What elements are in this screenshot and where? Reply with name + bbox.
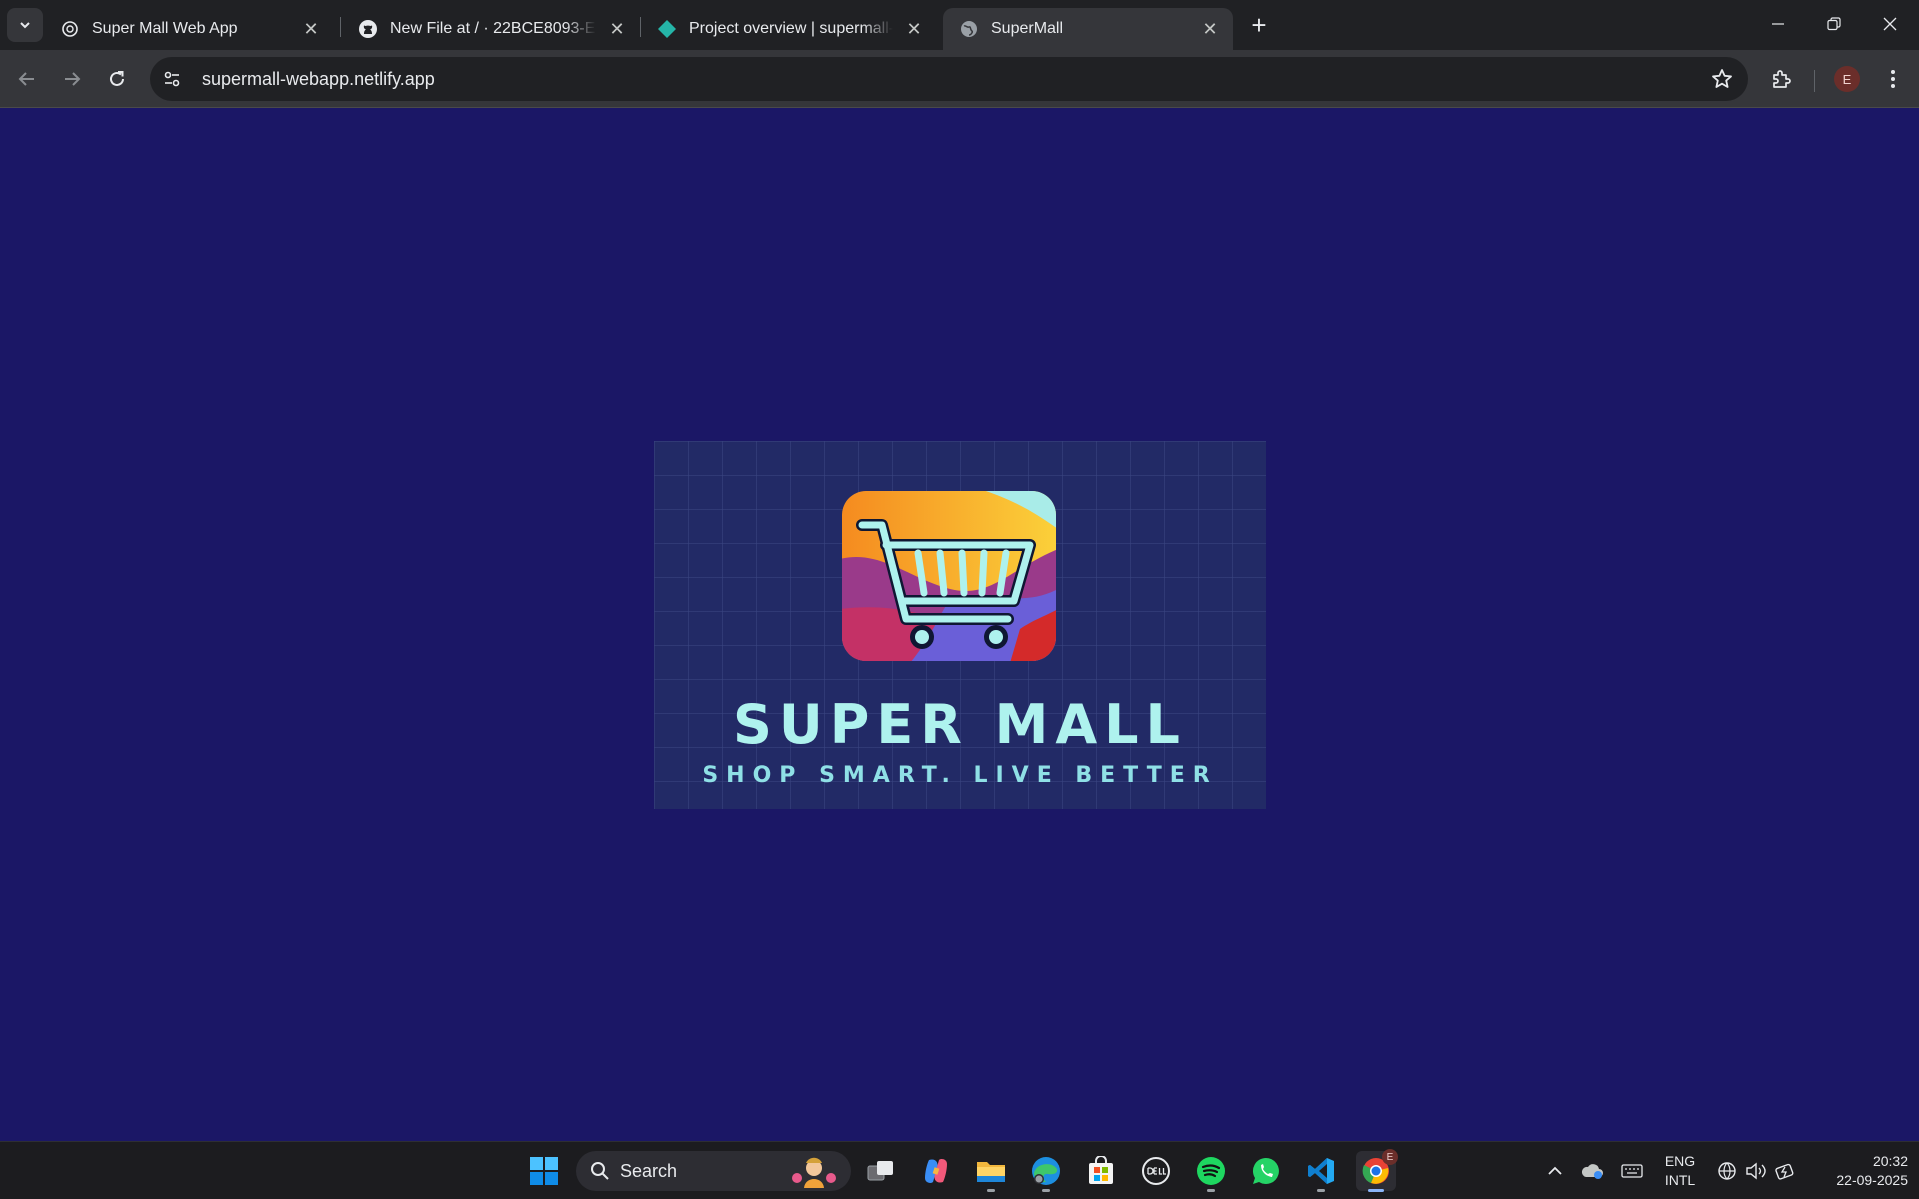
reload-icon	[110, 71, 124, 86]
close-icon[interactable]: ✕	[1199, 18, 1221, 40]
dell-button[interactable]	[1136, 1151, 1176, 1191]
start-button[interactable]	[524, 1151, 564, 1191]
battery-charging-icon	[1775, 1163, 1794, 1180]
tab-super-mall-web-app[interactable]: Super Mall Web App ✕	[44, 8, 334, 50]
forward-button[interactable]	[55, 62, 89, 96]
dell-logo-icon	[1142, 1157, 1170, 1185]
supermall-logo: SUPER MALL SHOP SMART. LIVE BETTER	[654, 441, 1266, 809]
tab-search-button[interactable]	[7, 8, 43, 42]
windows-taskbar: Search E ENG INTL 20:32 22-09-2025	[0, 1141, 1919, 1199]
close-icon[interactable]: ✕	[300, 18, 322, 40]
globe-network-icon	[1718, 1162, 1736, 1180]
close-icon[interactable]: ✕	[903, 18, 925, 40]
copilot-icon	[925, 1159, 947, 1183]
shopping-cart-logo-icon	[842, 491, 1056, 661]
file-explorer-button[interactable]	[971, 1151, 1011, 1192]
touch-keyboard-button[interactable]	[1617, 1142, 1647, 1199]
clock-time: 20:32	[1872, 1153, 1908, 1169]
chrome-button[interactable]: E	[1356, 1149, 1398, 1192]
taskbar-search[interactable]: Search	[576, 1151, 851, 1191]
tab-github-new-file[interactable]: New File at / · 22BCE8093-Eswar ✕	[342, 8, 640, 50]
reload-button[interactable]	[100, 62, 134, 96]
browser-menu-button[interactable]	[1876, 62, 1910, 96]
whatsapp-icon	[1252, 1157, 1279, 1184]
brand-name: SUPER MALL	[733, 693, 1187, 756]
vscode-button[interactable]	[1301, 1151, 1341, 1192]
profile-button[interactable]: E	[1830, 62, 1864, 96]
site-info-button[interactable]	[154, 61, 190, 97]
task-view-button[interactable]	[861, 1151, 901, 1191]
cloud-icon	[1581, 1164, 1603, 1179]
close-window-button[interactable]	[1862, 0, 1918, 48]
tab-strip: Super Mall Web App ✕ New File at / · 22B…	[0, 0, 1919, 50]
new-tab-button[interactable]: +	[1243, 8, 1275, 42]
lang-line2: INTL	[1664, 1172, 1696, 1188]
globe-icon	[959, 19, 979, 39]
windows-logo-icon	[530, 1157, 558, 1185]
edge-icon	[1032, 1157, 1060, 1185]
close-icon	[1883, 17, 1897, 31]
netlify-icon	[657, 19, 677, 39]
minimize-button[interactable]	[1750, 0, 1806, 48]
tab-netlify-project-overview[interactable]: Project overview | supermall-webapp ✕	[641, 8, 937, 50]
clock-date: 22-09-2025	[1836, 1172, 1908, 1188]
volume-tray-button[interactable]	[1742, 1142, 1770, 1199]
address-bar[interactable]: supermall-webapp.netlify.app	[150, 57, 1748, 101]
restore-button[interactable]	[1806, 0, 1862, 48]
store-icon	[1089, 1156, 1113, 1184]
chevron-down-icon	[20, 22, 30, 29]
search-highlight-icon	[792, 1157, 836, 1188]
battery-tray-button[interactable]	[1772, 1142, 1800, 1199]
tune-icon	[164, 71, 180, 87]
back-button[interactable]	[10, 62, 44, 96]
input-language-indicator[interactable]: ENG INTL	[1658, 1152, 1702, 1190]
tab-title: New File at / · 22BCE8093-Eswar	[390, 20, 596, 37]
arrow-right-icon	[65, 72, 81, 86]
tab-title: Project overview | supermall-webapp	[689, 20, 893, 37]
spotify-button[interactable]	[1191, 1151, 1231, 1192]
close-icon[interactable]: ✕	[606, 18, 628, 40]
tab-separator	[340, 17, 341, 37]
restore-icon	[1827, 17, 1841, 31]
folder-icon	[977, 1162, 1005, 1182]
task-view-icon	[867, 1161, 893, 1181]
onedrive-tray-button[interactable]	[1577, 1142, 1607, 1199]
browser-toolbar: supermall-webapp.netlify.app E	[0, 50, 1919, 108]
search-icon	[591, 1162, 609, 1180]
extensions-button[interactable]	[1764, 62, 1798, 96]
puzzle-icon	[1773, 70, 1791, 88]
keyboard-icon	[1621, 1164, 1643, 1178]
arrow-left-icon	[18, 72, 34, 86]
microsoft-store-button[interactable]	[1081, 1151, 1121, 1191]
spotify-icon	[1197, 1157, 1225, 1185]
tab-supermall[interactable]: SuperMall ✕	[943, 8, 1233, 50]
show-hidden-icons-button[interactable]	[1540, 1142, 1570, 1199]
tab-title: Super Mall Web App	[92, 20, 238, 37]
copilot-button[interactable]	[916, 1151, 956, 1191]
speaker-icon	[1746, 1162, 1766, 1180]
minimize-icon	[1772, 23, 1784, 25]
chrome-profile-badge: E	[1382, 1149, 1398, 1165]
page-content: SUPER MALL SHOP SMART. LIVE BETTER	[0, 109, 1919, 1141]
clock[interactable]: 20:32 22-09-2025	[1810, 1152, 1914, 1190]
more-vertical-icon	[1891, 70, 1895, 88]
chevron-up-icon	[1548, 1166, 1562, 1175]
toolbar-separator	[1814, 70, 1815, 92]
edge-button[interactable]	[1026, 1151, 1066, 1192]
openai-icon	[60, 19, 80, 39]
whatsapp-button[interactable]	[1246, 1151, 1286, 1191]
url-text[interactable]: supermall-webapp.netlify.app	[202, 69, 435, 90]
github-icon	[358, 19, 378, 39]
avatar: E	[1834, 66, 1860, 92]
brand-tagline: SHOP SMART. LIVE BETTER	[702, 763, 1218, 788]
tab-title: SuperMall	[991, 20, 1064, 37]
vscode-icon	[1308, 1158, 1334, 1184]
bookmark-star-icon[interactable]	[1710, 67, 1734, 91]
network-tray-button[interactable]	[1712, 1142, 1742, 1199]
search-label: Search	[620, 1160, 678, 1181]
lang-line1: ENG	[1664, 1153, 1696, 1169]
